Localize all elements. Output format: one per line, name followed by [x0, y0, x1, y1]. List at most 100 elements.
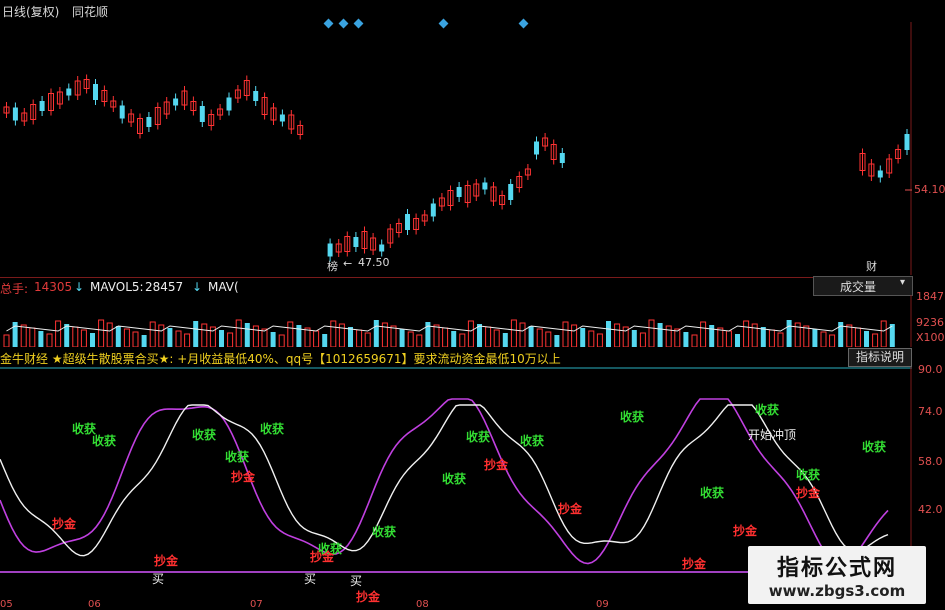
volume-bar — [373, 320, 379, 347]
candle-body — [39, 101, 45, 111]
volume-bar — [80, 329, 87, 348]
oscillator-axis-label: 42.0 — [918, 503, 943, 516]
volume-bar — [571, 324, 578, 348]
indicator-explain-button[interactable]: 指标说明 — [848, 348, 912, 367]
volume-bar — [606, 321, 611, 347]
low-marker-arrow-icon: ← — [343, 257, 353, 270]
harvest-signal-label: 收获 — [92, 434, 117, 448]
volume-bar — [743, 320, 750, 348]
candle-body — [430, 203, 436, 217]
volume-bar — [313, 330, 320, 348]
volume-bar — [812, 329, 818, 347]
dip-signal-label: 抄金 — [52, 517, 77, 531]
dip-signal-label: 抄金 — [484, 458, 509, 472]
harvest-signal-label: 收获 — [796, 468, 821, 482]
app-name: 同花顺 — [72, 5, 109, 19]
volume-bar — [278, 334, 285, 348]
volume-bar — [854, 327, 861, 348]
volume-bar — [261, 328, 268, 348]
dip-signal-label: 抄金 — [154, 554, 179, 568]
volume-bar — [493, 329, 500, 348]
period-label[interactable]: 日线(复权) — [2, 3, 59, 20]
volume-bar — [717, 327, 724, 348]
volume-bar — [820, 331, 827, 348]
volume-bar — [219, 330, 224, 347]
candle-body — [405, 214, 410, 230]
volume-bar — [803, 325, 810, 348]
volume-bar — [167, 328, 173, 347]
dip-signal-label: 抄金 — [558, 502, 583, 516]
financial-tag[interactable]: 财 — [866, 258, 877, 274]
start-peak-label: 开始冲顶 — [748, 428, 797, 442]
volume-bar — [674, 328, 681, 348]
volume-bar — [227, 332, 234, 348]
volume-bar — [777, 332, 784, 348]
volume-bar — [407, 331, 414, 348]
down-arrow-icon: ↓ — [74, 280, 85, 294]
volume-bar — [399, 329, 405, 347]
buy-signal-label: 买 — [304, 572, 317, 586]
volume-bar — [132, 331, 139, 348]
volume-bar — [29, 327, 36, 348]
volume-bar — [348, 327, 353, 347]
volume-bar — [270, 332, 276, 347]
buy-signal-label: 买 — [350, 574, 363, 588]
volume-bar — [648, 319, 655, 348]
volume-bar — [123, 328, 130, 348]
volume-bar — [451, 331, 457, 347]
volume-bar — [98, 319, 105, 348]
volume-bar — [657, 323, 663, 347]
total-volume-value: 14305 — [34, 280, 73, 294]
watermark-title: 指标公式网 — [776, 556, 897, 581]
mavol5-value: 28457 — [145, 280, 184, 294]
volume-bar — [768, 329, 775, 348]
harvest-signal-label: 收获 — [755, 403, 780, 417]
harvest-signal-label: 收获 — [260, 422, 285, 436]
candle-body — [279, 114, 285, 122]
volume-bar — [467, 320, 474, 348]
volume-bar — [880, 320, 887, 348]
candle-body — [253, 91, 259, 101]
volume-bar — [304, 327, 311, 348]
volume-bar — [141, 335, 147, 347]
volume-bar — [691, 334, 698, 348]
candle-body — [226, 97, 232, 111]
harvest-signal-label: 收获 — [466, 430, 491, 444]
dip-signal-label: 抄金 — [796, 486, 821, 500]
mavol5-label: MAVOL5: — [90, 280, 144, 294]
candle-body — [379, 244, 385, 252]
date-axis-label: 07 — [250, 599, 263, 610]
volume-bar — [193, 321, 199, 347]
volume-bar — [588, 330, 595, 348]
date-axis-label: 05 — [0, 599, 13, 610]
volume-svg — [3, 295, 912, 348]
volume-bar — [665, 325, 672, 348]
volume-bar — [287, 321, 294, 348]
harvest-signal-label: 收获 — [700, 486, 725, 500]
candle-body — [12, 107, 18, 121]
volume-bar — [390, 325, 397, 348]
harvest-signal-label: 收获 — [862, 440, 887, 454]
volume-bar — [519, 322, 526, 348]
volume-bar — [872, 333, 879, 348]
harvest-signal-label: 收获 — [520, 434, 545, 448]
volume-bar — [683, 332, 689, 347]
price-chart[interactable] — [0, 22, 912, 275]
candle-body — [534, 141, 539, 155]
volume-bar — [725, 330, 732, 348]
chevron-down-icon: ▾ — [900, 277, 906, 288]
dip-signal-label: 抄金 — [310, 550, 335, 564]
volume-bar — [38, 331, 44, 347]
volume-bar — [244, 323, 250, 347]
down-arrow-icon: ↓ — [192, 280, 203, 294]
indicator-select[interactable]: 成交量 ▾ — [813, 276, 913, 296]
volume-chart[interactable] — [0, 295, 912, 348]
volume-bar — [485, 326, 492, 348]
volume-bar — [235, 319, 242, 348]
harvest-signal-label: 收获 — [620, 410, 645, 424]
indicator-header: 金牛财经 ★超级牛散股票合买★: +月收益最低40%、qq号【101265967… — [0, 348, 912, 366]
volume-bar — [864, 331, 869, 347]
candle-body — [559, 153, 565, 163]
dip-signal-label: 抄金 — [356, 590, 381, 604]
volume-bar — [580, 328, 586, 347]
